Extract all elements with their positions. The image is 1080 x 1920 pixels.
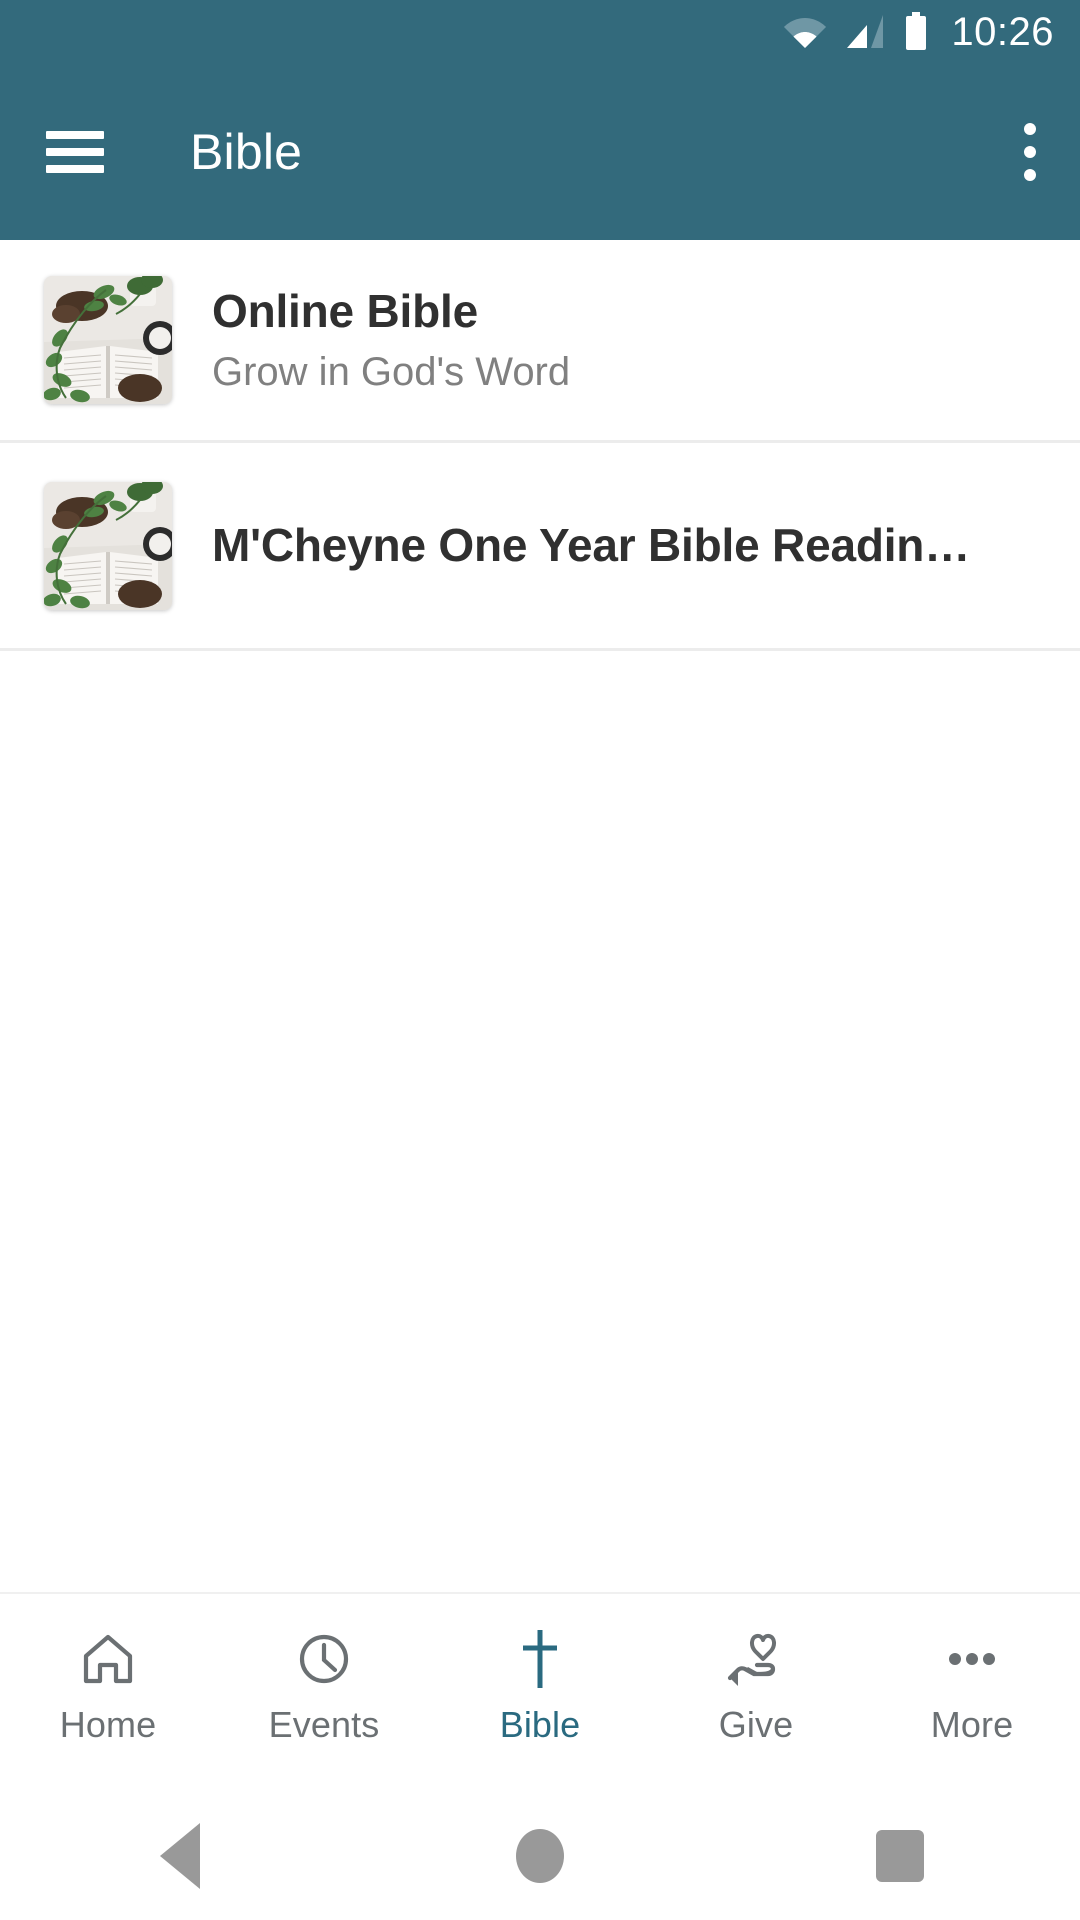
- tab-events[interactable]: Events: [216, 1594, 432, 1746]
- tab-label: Events: [268, 1704, 380, 1745]
- tab-label: Bible: [499, 1704, 581, 1745]
- android-home-icon[interactable]: [480, 1796, 600, 1916]
- item-text-block: Online Bible Grow in God's Word: [212, 284, 1040, 395]
- android-back-icon[interactable]: [120, 1796, 240, 1916]
- item-thumbnail: [44, 276, 172, 404]
- tab-label: More: [930, 1704, 1014, 1745]
- tab-home[interactable]: Home: [0, 1594, 216, 1746]
- item-title: Online Bible: [212, 285, 478, 338]
- tab-label: Home: [59, 1704, 157, 1745]
- tab-give[interactable]: Give: [648, 1594, 864, 1746]
- item-title: M'Cheyne One Year Bible Readin…: [212, 519, 971, 572]
- bottom-tab-bar: Home Events Bible Give More: [0, 1592, 1080, 1792]
- android-recents-icon[interactable]: [840, 1796, 960, 1916]
- cross-icon: [510, 1628, 570, 1690]
- app-bar: Bible: [0, 64, 1080, 240]
- phone-screen: 10:26 Bible Online Bible Grow in God's W…: [0, 0, 1080, 1920]
- battery-full-icon: [903, 12, 929, 52]
- status-bar-clock: 10:26: [951, 9, 1054, 54]
- android-system-nav: [0, 1792, 1080, 1920]
- overflow-menu-icon[interactable]: [1024, 123, 1036, 181]
- wifi-icon: [783, 14, 827, 50]
- cell-signal-icon: [845, 14, 885, 50]
- bible-resource-list: Online Bible Grow in God's Word M'Cheyne…: [0, 240, 1080, 1592]
- item-thumbnail: [44, 481, 172, 610]
- hand-heart-icon: [724, 1628, 788, 1690]
- tab-bible[interactable]: Bible: [432, 1594, 648, 1746]
- tab-more[interactable]: More: [864, 1594, 1080, 1746]
- list-divider: [0, 648, 1080, 651]
- hamburger-menu-icon[interactable]: [46, 131, 104, 173]
- item-subtitle: Grow in God's Word: [212, 349, 571, 394]
- ellipsis-icon: [940, 1628, 1004, 1690]
- home-icon: [78, 1628, 138, 1690]
- page-title: Bible: [190, 124, 303, 180]
- item-text-block: M'Cheyne One Year Bible Readin…: [212, 518, 1040, 572]
- status-bar: 10:26: [0, 0, 1080, 64]
- list-item[interactable]: Online Bible Grow in God's Word: [0, 240, 1080, 440]
- tab-label: Give: [718, 1704, 794, 1745]
- clock-icon: [294, 1628, 354, 1690]
- list-item[interactable]: M'Cheyne One Year Bible Readin…: [0, 443, 1080, 648]
